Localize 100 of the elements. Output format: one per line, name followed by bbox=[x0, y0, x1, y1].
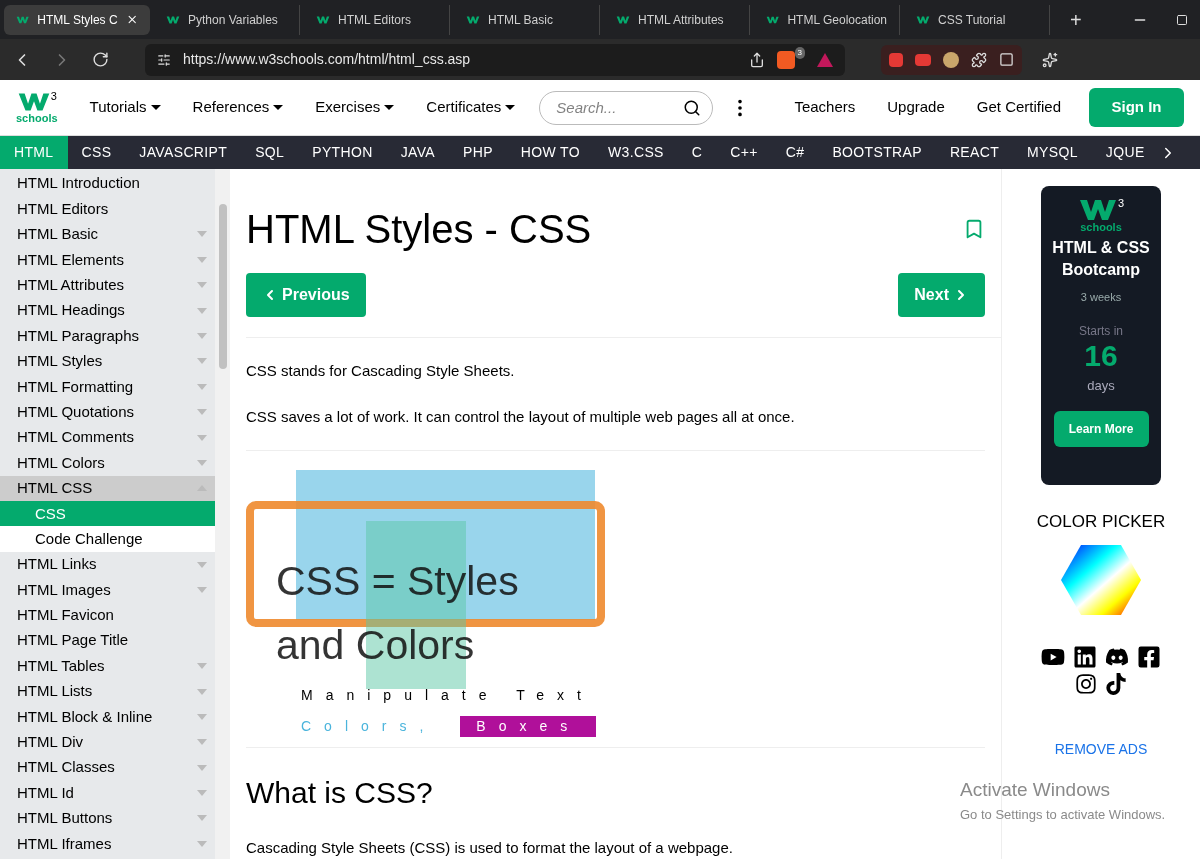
caret-icon bbox=[197, 460, 207, 466]
logo-superscript: 3 bbox=[50, 91, 57, 102]
sidebar-item[interactable]: HTML Links bbox=[0, 551, 215, 578]
triangle-icon[interactable] bbox=[817, 52, 833, 67]
topnav-link[interactable]: PHP bbox=[449, 136, 507, 169]
logo-mark-icon[interactable] bbox=[16, 91, 51, 113]
sidebar-item[interactable]: HTML Favicon bbox=[0, 602, 215, 629]
header-link[interactable]: Upgrade bbox=[887, 96, 945, 119]
topnav-link[interactable]: CSS bbox=[67, 136, 126, 169]
color-hexagon-icon[interactable] bbox=[1061, 544, 1141, 615]
sidebar-item[interactable]: HTML Classes bbox=[0, 755, 215, 781]
browser-tab[interactable]: HTML Attributes bbox=[604, 4, 750, 35]
caret-icon bbox=[197, 764, 207, 771]
logo-wordmark: schools bbox=[1080, 222, 1122, 233]
nav-menu-button[interactable]: Tutorials bbox=[89, 96, 161, 119]
browser-tab[interactable]: HTML Geolocation bbox=[754, 4, 900, 35]
banner-colors-text: Colors, bbox=[301, 717, 437, 736]
remove-ads-link[interactable]: REMOVE ADS bbox=[1054, 738, 1148, 760]
sidebar-item[interactable]: HTML Block & Inline bbox=[0, 704, 215, 730]
browser-tab[interactable]: CSS Tutorial bbox=[904, 4, 1050, 35]
topnav-link[interactable]: SQL bbox=[241, 136, 299, 169]
topnav-link[interactable]: PYTHON bbox=[298, 136, 387, 169]
close-icon[interactable] bbox=[125, 13, 138, 26]
browser-tab[interactable]: HTML Styles C bbox=[4, 4, 150, 35]
topnav-link[interactable]: C# bbox=[771, 136, 819, 169]
sidebar-item[interactable]: HTML Attributes bbox=[0, 272, 215, 298]
search-icon[interactable] bbox=[683, 98, 702, 117]
extensions-icon[interactable] bbox=[971, 51, 987, 68]
caret-icon bbox=[197, 409, 207, 416]
tiktok-icon[interactable] bbox=[1105, 672, 1127, 695]
sidebar-scrollbar[interactable] bbox=[215, 169, 230, 859]
topnav-link[interactable]: MYSQL bbox=[1013, 136, 1092, 169]
sidebar-item[interactable]: HTML Formatting bbox=[0, 374, 215, 400]
logo-mark-icon[interactable] bbox=[1077, 198, 1118, 222]
sidebar-item[interactable]: HTML Iframes bbox=[0, 831, 215, 857]
paragraph: CSS saves a lot of work. It can control the layout of multiple web pages all at once. bbox=[246, 407, 796, 427]
logo-wordmark: schools bbox=[16, 113, 58, 124]
sidebar-item[interactable]: HTML Comments bbox=[0, 424, 215, 451]
ad-duration: 3 weeks bbox=[1080, 290, 1122, 305]
sidebar-item[interactable]: HTML Basic bbox=[0, 221, 215, 248]
topnav-link[interactable]: C bbox=[677, 136, 717, 169]
browser-tab[interactable]: Python Variables bbox=[154, 4, 300, 35]
new-tab-button[interactable]: + bbox=[1062, 4, 1090, 35]
nav-menu-button[interactable]: References bbox=[192, 96, 284, 119]
sidebar-item[interactable]: HTML Elements bbox=[0, 247, 215, 273]
topnav-link[interactable]: C++ bbox=[716, 136, 772, 169]
sidebar-item[interactable]: HTML Tables bbox=[0, 653, 215, 679]
topnav-link[interactable]: JQUE bbox=[1091, 136, 1159, 169]
topnav-link[interactable]: W3.CSS bbox=[594, 136, 678, 169]
sidebar-item[interactable]: HTML Page Title bbox=[0, 628, 215, 654]
caret-icon bbox=[197, 231, 207, 238]
sidebar-item[interactable]: HTML Styles bbox=[0, 348, 215, 375]
sidebar-item[interactable]: HTML Colors bbox=[0, 450, 215, 476]
browser-tab[interactable]: HTML Basic bbox=[454, 4, 600, 35]
logo-superscript: 3 bbox=[1117, 198, 1125, 209]
sidebar-item[interactable]: HTML Introduction bbox=[0, 171, 215, 197]
color-picker-title: COLOR PICKER bbox=[1036, 511, 1166, 533]
header-link[interactable]: Teachers bbox=[794, 96, 856, 119]
caret-icon bbox=[197, 383, 207, 390]
sidebar-item[interactable]: HTML Id bbox=[0, 780, 215, 806]
caret-icon bbox=[197, 358, 207, 365]
caret-icon bbox=[197, 561, 207, 568]
site-settings-icon[interactable] bbox=[157, 52, 171, 67]
sidebar-item[interactable]: HTML Images bbox=[0, 577, 215, 603]
sparkle-icon[interactable] bbox=[1042, 51, 1058, 68]
topnav-link[interactable]: BOOTSTRAP bbox=[818, 136, 936, 169]
sidebar-item[interactable]: HTML CSS bbox=[0, 475, 215, 502]
address-bar[interactable]: https://www.w3schools.com/html/html_css.asp 3 bbox=[145, 43, 845, 76]
sidebar-item[interactable]: HTML Buttons bbox=[0, 805, 215, 832]
nav-menu-button[interactable]: Exercises bbox=[315, 96, 395, 119]
caret-icon bbox=[197, 434, 207, 441]
linkedin-icon[interactable] bbox=[1073, 644, 1097, 669]
instagram-icon[interactable] bbox=[1075, 672, 1097, 695]
w3-favicon-icon bbox=[16, 14, 30, 25]
browser-tab[interactable]: HTML Editors bbox=[304, 4, 450, 35]
facebook-icon[interactable] bbox=[1137, 644, 1161, 669]
sidebar-item[interactable]: HTML Div bbox=[0, 729, 215, 755]
activation-text: Go to Settings to activate Windows. bbox=[960, 805, 1166, 824]
topnav-link[interactable]: JAVASCRIPT bbox=[125, 136, 242, 169]
caret-icon bbox=[197, 282, 207, 289]
ad-unit: days bbox=[1087, 376, 1115, 395]
banner-heading: CSS = Styles and Colors bbox=[276, 557, 519, 670]
sidebar-item[interactable]: HTML Editors bbox=[0, 196, 215, 222]
reload-icon[interactable] bbox=[92, 51, 109, 68]
sidebar-item[interactable]: HTML Lists bbox=[0, 678, 215, 705]
sidebar-item[interactable]: HTML Quotations bbox=[0, 399, 215, 425]
topnav-link[interactable]: REACT bbox=[935, 136, 1014, 169]
topnav-link[interactable]: JAVA bbox=[386, 136, 449, 169]
topnav-link[interactable]: HOW TO bbox=[506, 136, 594, 169]
share-icon[interactable] bbox=[748, 51, 765, 68]
search-field[interactable]: Search... bbox=[539, 90, 714, 125]
caret-icon bbox=[197, 739, 207, 746]
header-link[interactable]: Get Certified bbox=[976, 96, 1061, 119]
maximize-icon[interactable] bbox=[1176, 13, 1188, 26]
nav-menu-button[interactable]: Certificates bbox=[426, 96, 516, 119]
reader-icon[interactable] bbox=[999, 52, 1014, 67]
sidebar-item[interactable]: HTML Paragraphs bbox=[0, 323, 215, 349]
sidebar-subitem[interactable]: Code Challenge bbox=[0, 526, 215, 552]
caret-icon bbox=[197, 840, 207, 847]
sidebar-item[interactable]: HTML Headings bbox=[0, 297, 215, 324]
